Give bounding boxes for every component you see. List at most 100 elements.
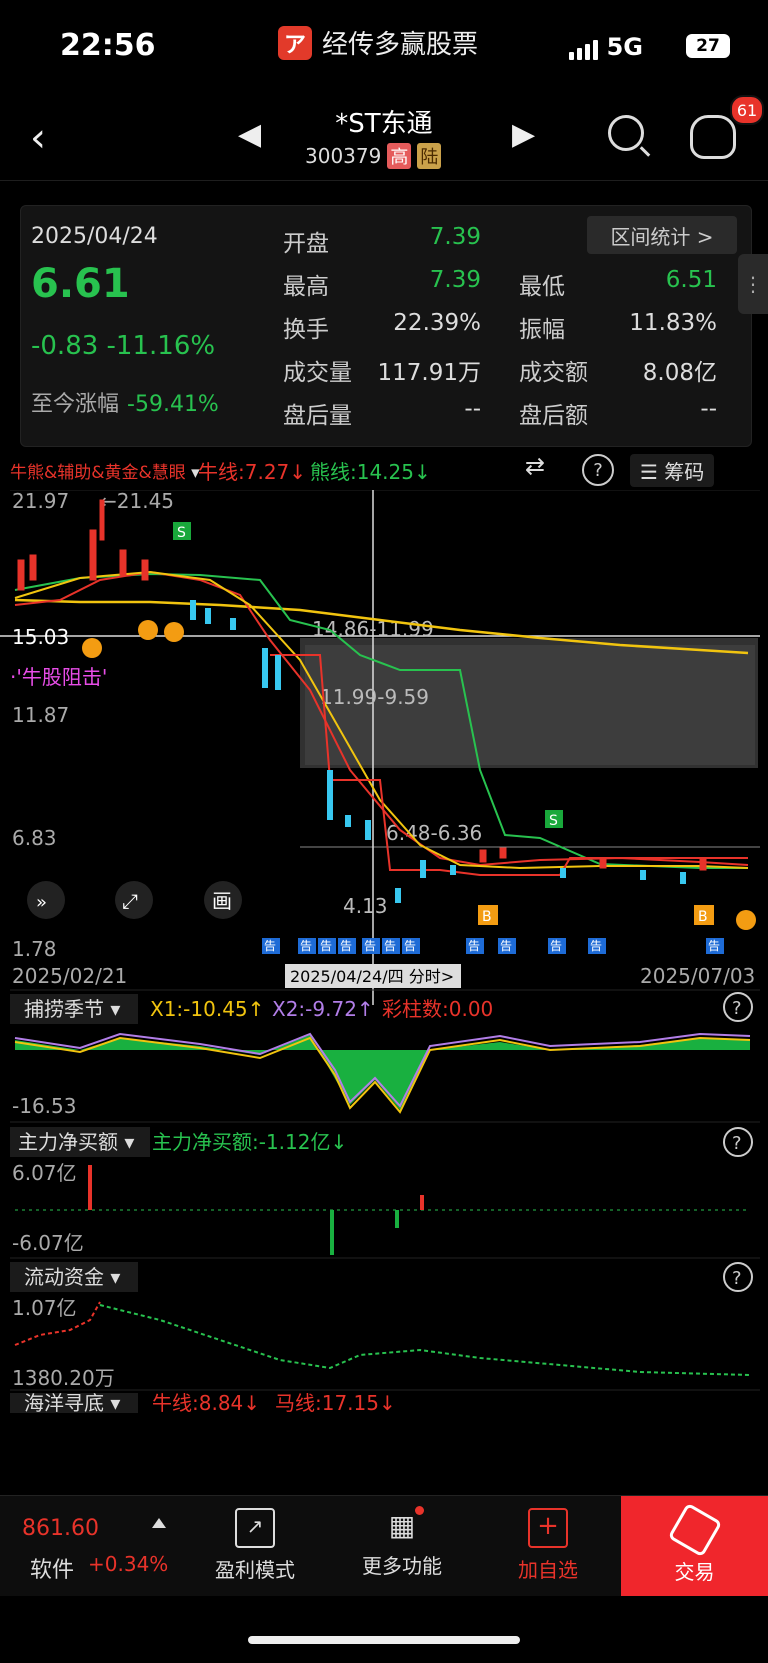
add-icon: + xyxy=(528,1508,568,1548)
panel2-help-icon: ? xyxy=(732,1133,742,1154)
swap-icon[interactable]: ⇄ xyxy=(525,452,545,480)
svg-text:捕捞季节 ▾: 捕捞季节 ▾ xyxy=(24,997,120,1021)
after-amount-label: 盘后额 xyxy=(519,403,588,429)
stock-chart[interactable]: 21.97 15.03 11.87 6.83 1.78 ←21.45 14.86… xyxy=(0,490,768,1495)
open-label: 开盘 xyxy=(283,231,329,257)
expand-indicators-icon: » xyxy=(36,892,47,913)
panel-haiyang: 海洋寻底 ▾ 牛线:8.84↓ 马线:17.15↓ xyxy=(10,1389,760,1415)
after-volume-label: 盘后量 xyxy=(283,403,352,429)
tab-more-label: 更多功能 xyxy=(362,1554,442,1578)
svg-text:告: 告 xyxy=(500,939,512,953)
tab-add-watchlist[interactable]: + 加自选 xyxy=(478,1508,618,1583)
change-value: -0.83 xyxy=(31,331,99,361)
bear-line-value: 熊线:14.25↓ xyxy=(310,460,431,484)
zone3-label: 6.48-6.36 xyxy=(386,821,482,845)
ytd-change: 至今涨幅 -59.41% xyxy=(31,386,219,418)
svg-text:告: 告 xyxy=(364,939,376,953)
next-stock-icon[interactable]: ▶ xyxy=(512,117,535,152)
panel2-bottom: -6.07亿 xyxy=(12,1231,84,1255)
svg-text:告: 告 xyxy=(264,939,276,953)
panel1-low: -16.53 xyxy=(12,1094,76,1118)
after-amount-value: -- xyxy=(700,396,717,422)
battery-icon: 27 xyxy=(686,34,730,58)
svg-text:主力净买额 ▾: 主力净买额 ▾ xyxy=(18,1130,134,1154)
low-label: 最低 xyxy=(519,274,565,300)
help-icon[interactable]: ? xyxy=(582,454,614,486)
panel3-bottom: 1380.20万 xyxy=(12,1366,115,1390)
volume-label: 成交量 xyxy=(283,360,352,386)
current-price: 6.61 xyxy=(31,261,130,307)
amount-label: 成交额 xyxy=(519,360,588,386)
fullscreen-icon: ⤢ xyxy=(122,889,138,913)
volume-value: 117.91万 xyxy=(377,360,481,386)
message-badge: 61 xyxy=(730,95,764,125)
search-icon[interactable] xyxy=(608,115,644,151)
amount-value: 8.08亿 xyxy=(642,360,717,386)
message-icon[interactable] xyxy=(690,115,736,159)
amplitude-label: 振幅 xyxy=(519,317,565,343)
y-label-top: 21.97 xyxy=(12,490,69,513)
panel3-help-icon: ? xyxy=(732,1268,742,1289)
bottom-tabbar: 861.60 软件 +0.34% ↗ 盈利模式 ▦ 更多功能 + 加自选 交易 xyxy=(0,1495,768,1596)
chips-label: 筹码 xyxy=(664,460,705,484)
svg-text:告: 告 xyxy=(300,939,312,953)
quote-date: 2025/04/24 xyxy=(31,224,158,249)
tab-profit-mode[interactable]: ↗ 盈利模式 xyxy=(185,1508,325,1583)
trade-icon xyxy=(667,1502,722,1558)
price-change: -0.83 -11.16% xyxy=(31,331,215,361)
change-percent: -11.16% xyxy=(106,331,216,361)
status-bar: 22:56 ア 经传多赢股票 5G 27 xyxy=(0,0,768,95)
high-value: 7.39 xyxy=(429,267,481,293)
indicator-bar: 牛熊&辅助&黄金&慧眼 ▾ 牛线:7.27↓ 熊线:14.25↓ ⇄ ? ☰ 筹… xyxy=(10,452,760,490)
chart-line-icon: ↗ xyxy=(235,1508,275,1548)
haiyang-bull: 牛线:8.84↓ xyxy=(152,1391,260,1415)
app-name: 经传多赢股票 xyxy=(322,30,479,60)
svg-text:告: 告 xyxy=(590,939,602,953)
resist-annotation: ·'牛股阻击' xyxy=(10,665,107,689)
panel-zhuli: 主力净买额 ▾ 主力净买额:-1.12亿↓ ? 6.07亿 -6.07亿 xyxy=(10,1121,760,1255)
x1-value: X1:-10.45↑ xyxy=(150,997,264,1021)
app-title: ア 经传多赢股票 xyxy=(278,24,478,61)
status-time: 22:56 xyxy=(60,28,156,63)
svg-text:S: S xyxy=(177,525,186,541)
index-value[interactable]: 861.60 xyxy=(22,1516,99,1541)
tab-add-label: 加自选 xyxy=(518,1558,578,1582)
y-label-bottom: 1.78 xyxy=(12,937,57,961)
index-name: 软件 xyxy=(30,1558,75,1583)
bull-line-value: 牛线:7.27↓ xyxy=(198,460,307,484)
high-label: 最高 xyxy=(283,274,329,300)
panel2-top: 6.07亿 xyxy=(12,1161,77,1185)
stock-nav-bar: ‹ ◀ *ST东通 300379 高 陆 ▶ 61 xyxy=(0,95,768,181)
chips-button[interactable]: ☰ 筹码 xyxy=(630,454,715,487)
home-indicator[interactable] xyxy=(248,1636,520,1644)
draw-tool-icon: 画 xyxy=(212,889,232,913)
risk-high-tag: 高 xyxy=(387,143,412,169)
open-value: 7.39 xyxy=(429,224,481,250)
amplitude-value: 11.83% xyxy=(629,310,717,336)
high-annotation: ←21.45 xyxy=(100,490,174,513)
low-annotation: 4.13 xyxy=(343,894,388,918)
turnover-value: 22.39% xyxy=(393,310,481,336)
stock-code-row: 300379 高 陆 xyxy=(305,143,442,169)
svg-text:告: 告 xyxy=(404,939,416,953)
more-side-icon[interactable]: ⋮ xyxy=(738,254,768,314)
grid-icon: ▦ xyxy=(384,1506,424,1544)
quote-card: 2025/04/24 6.61 -0.83 -11.16% 至今涨幅 -59.41… xyxy=(20,205,752,447)
buy-signal: B B xyxy=(478,905,714,925)
ytd-label: 至今涨幅 xyxy=(31,392,120,417)
zone2-label: 11.99-9.59 xyxy=(320,685,429,709)
tab-more-functions[interactable]: ▦ 更多功能 xyxy=(332,1506,472,1579)
x2-value: X2:-9.72↑ xyxy=(272,997,374,1021)
caizhu-value: 彩柱数:0.00 xyxy=(382,997,493,1021)
y-label-1503: 15.03 xyxy=(12,625,69,649)
haiyang-horse: 马线:17.15↓ xyxy=(275,1391,396,1415)
trade-button[interactable]: 交易 xyxy=(621,1496,768,1596)
svg-text:告: 告 xyxy=(320,939,332,953)
tab-profit-label: 盈利模式 xyxy=(215,1558,295,1582)
stock-code: 300379 xyxy=(305,144,382,168)
range-stats-button[interactable]: 区间统计 > xyxy=(587,216,737,254)
zhuli-value: 主力净买额:-1.12亿↓ xyxy=(152,1130,347,1154)
indicator-selector[interactable]: 牛熊&辅助&黄金&慧眼 ▾ xyxy=(10,458,200,483)
y-label-mid: 11.87 xyxy=(12,703,69,727)
low-value: 6.51 xyxy=(665,267,717,293)
